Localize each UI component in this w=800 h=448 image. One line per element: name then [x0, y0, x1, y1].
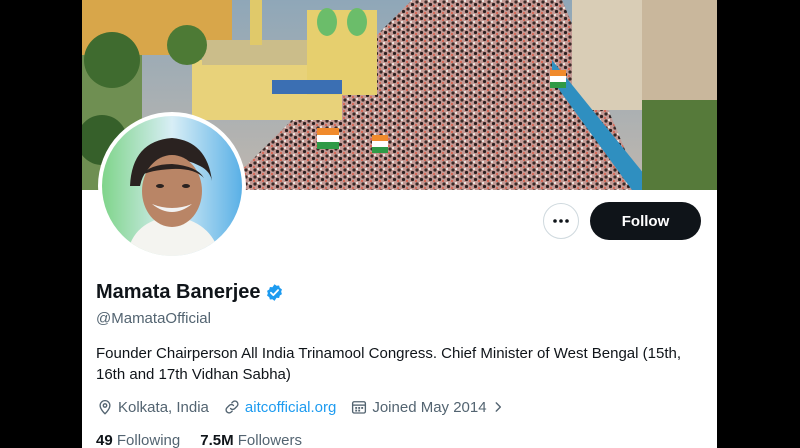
location-text: Kolkata, India — [118, 398, 209, 416]
profile-meta: Kolkata, India aitcofficial.org Joined M… — [96, 398, 523, 416]
followers-stat[interactable]: 7.5M Followers — [200, 432, 302, 448]
joined-item[interactable]: Joined May 2014 — [350, 398, 508, 416]
more-horizontal-icon — [553, 219, 569, 223]
chevron-right-icon — [495, 402, 501, 412]
more-options-button[interactable] — [543, 203, 579, 239]
follow-stats: 49 Following 7.5M Followers — [96, 432, 322, 448]
followers-count: 7.5M — [200, 432, 234, 448]
avatar-image — [102, 116, 242, 256]
name-row: Mamata Banerjee — [96, 281, 284, 304]
display-name: Mamata Banerjee — [96, 281, 261, 303]
link-icon — [225, 400, 239, 414]
website-link[interactable]: aitcofficial.org — [245, 399, 336, 416]
following-stat[interactable]: 49 Following — [96, 432, 180, 448]
profile-card: Follow Mamata Banerjee @MamataOfficial F… — [82, 0, 717, 448]
joined-text: Joined May 2014 — [372, 398, 487, 416]
verified-badge-icon[interactable] — [265, 283, 284, 302]
location-pin-icon — [99, 400, 111, 415]
username-handle: @MamataOfficial — [96, 310, 211, 327]
profile-bio: Founder Chairperson All India Trinamool … — [96, 345, 682, 383]
follow-button[interactable]: Follow — [590, 202, 701, 240]
avatar[interactable] — [98, 112, 246, 260]
location-item: Kolkata, India — [96, 398, 209, 416]
following-count: 49 — [96, 432, 113, 448]
following-label: Following — [116, 432, 181, 448]
followers-label: Followers — [237, 432, 302, 448]
calendar-icon — [352, 401, 367, 414]
website-item[interactable]: aitcofficial.org — [223, 398, 336, 416]
